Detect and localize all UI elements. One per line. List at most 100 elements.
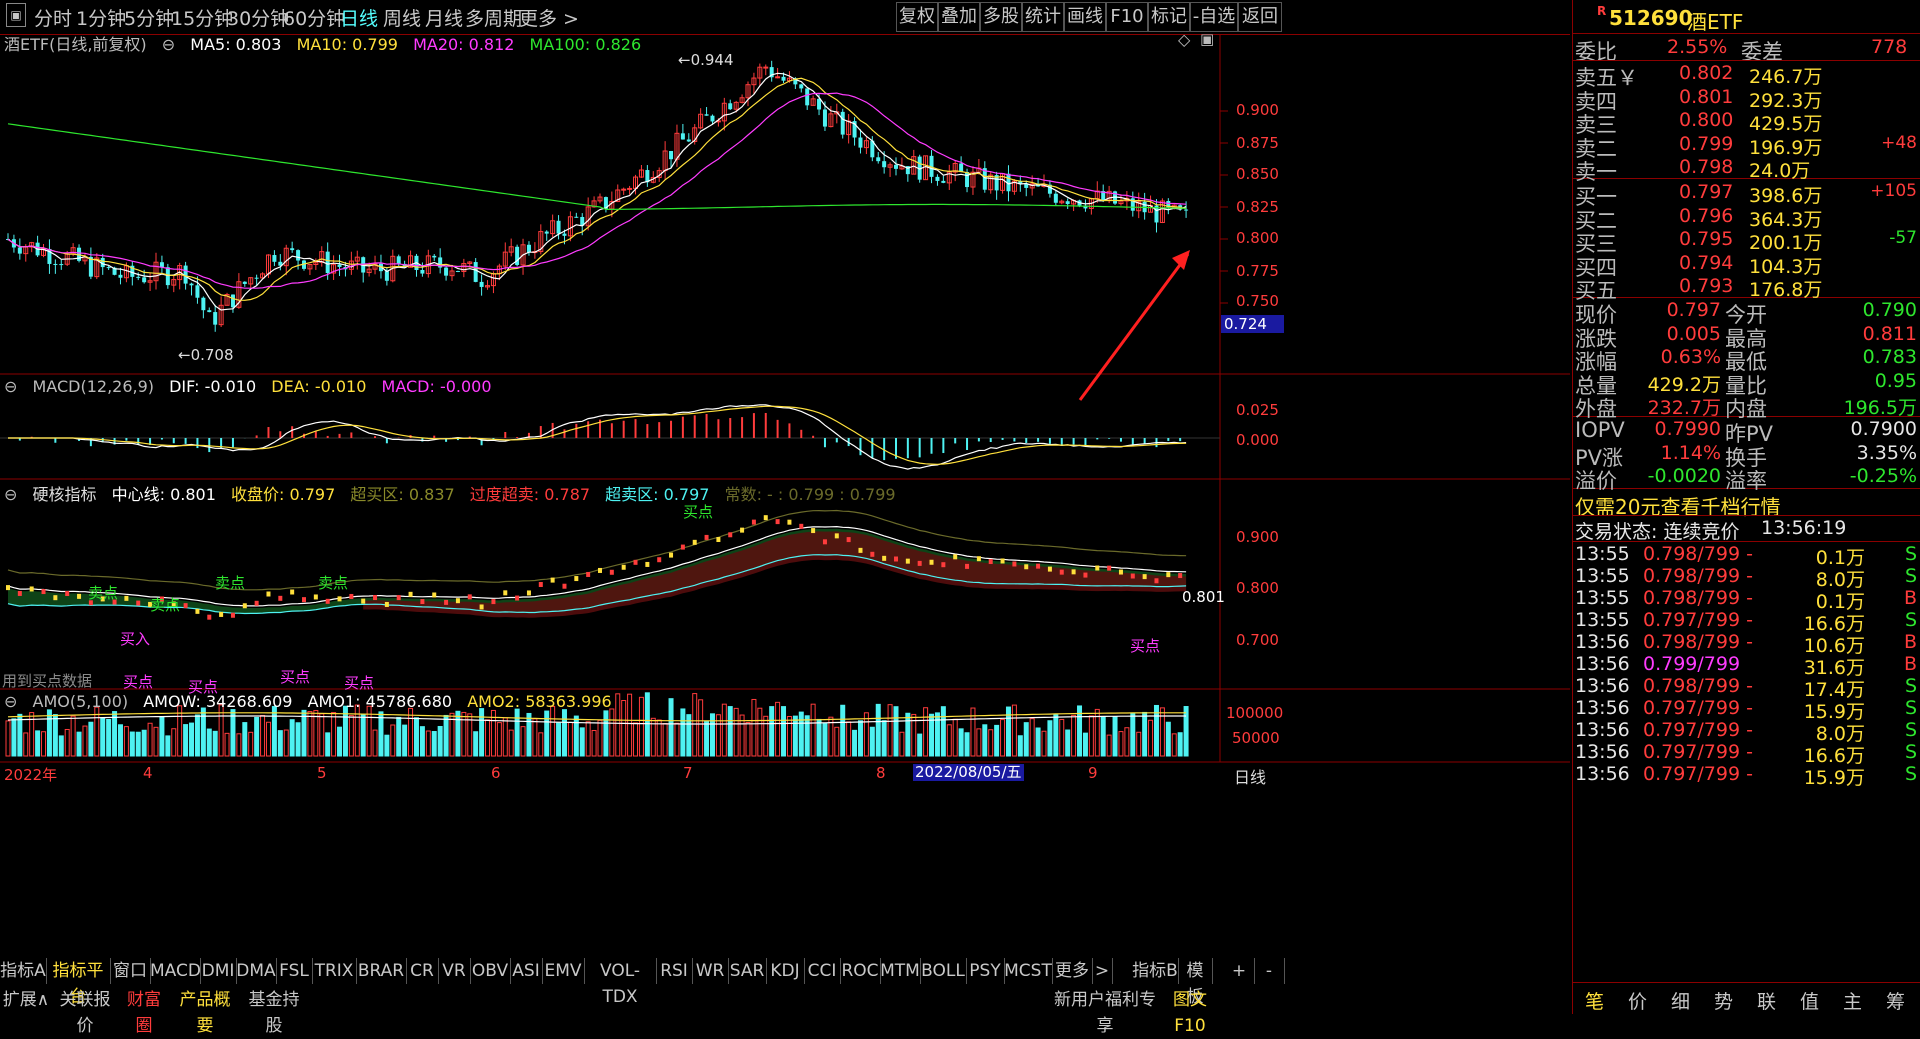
amo-bar <box>887 704 893 757</box>
indicator-tab[interactable]: MCST <box>1004 958 1053 984</box>
amo-bar <box>561 709 567 757</box>
indicator-tab[interactable]: EMV <box>542 958 585 984</box>
draw-line-button[interactable]: 画线 <box>1064 2 1106 32</box>
price-axis-label: 0.775 <box>1236 262 1279 280</box>
mark-button[interactable]: 标记 <box>1148 2 1190 32</box>
low-price-label: ←0.708 <box>178 346 234 364</box>
indicator-tab[interactable]: - <box>1254 958 1285 984</box>
panel-window-icon[interactable]: ▣ <box>1200 30 1214 48</box>
indicator-tab[interactable]: 指标B <box>1132 958 1179 984</box>
extension-tab[interactable]: 产品概要 <box>172 987 238 1036</box>
indicator-tab[interactable]: KDJ <box>766 958 805 984</box>
amo-bar <box>976 728 982 757</box>
extension-tab[interactable]: 扩展∧ <box>2 987 50 1013</box>
quote-bottom-tab[interactable]: 势 <box>1702 987 1745 1014</box>
tab-1min[interactable]: 1分钟 <box>76 4 126 31</box>
hard-candle <box>1012 561 1017 567</box>
tab-multi-period[interactable]: 多周期 <box>465 4 522 31</box>
indicator-tab[interactable]: MTM <box>880 958 921 984</box>
indicator-tab[interactable]: 更多 <box>1052 958 1093 984</box>
indicator-tab[interactable]: > <box>1092 958 1113 984</box>
quote-bottom-tab[interactable]: 值 <box>1788 987 1831 1014</box>
indicator-tab[interactable]: ASI <box>510 958 543 984</box>
indicator-tab[interactable]: + <box>1224 958 1255 984</box>
indicator-tab[interactable]: OBV <box>470 958 511 984</box>
indicator-tab[interactable]: DMA <box>236 958 277 984</box>
extension-tab[interactable]: 基金持股 <box>242 987 306 1036</box>
back-button[interactable]: 返回 <box>1238 2 1282 32</box>
indicator-tab[interactable]: SAR <box>728 958 767 984</box>
kline-chart-area[interactable]: 酒ETF(日线,前复权) ⊖ MA5: 0.803 MA10: 0.799 MA… <box>0 30 1570 952</box>
f10-button[interactable]: F10 <box>1106 2 1148 32</box>
amo-bar <box>609 708 615 757</box>
tab-15min[interactable]: 15分钟 <box>171 4 233 31</box>
tab-30min[interactable]: 30分钟 <box>227 4 289 31</box>
window-icon[interactable]: ▣ <box>6 3 26 27</box>
indicator-tab[interactable]: ROC <box>840 958 881 984</box>
tab-daily[interactable]: 日线 <box>340 4 378 31</box>
extension-tab[interactable]: 新用户福利专享 <box>1052 987 1158 1036</box>
quote-bottom-tab[interactable]: 价 <box>1616 987 1659 1014</box>
indicator-tab[interactable]: BOLL <box>920 958 967 984</box>
indicator-tab[interactable]: CR <box>406 958 439 984</box>
tab-fenshi[interactable]: 分时 <box>34 4 72 31</box>
hard-candle <box>6 585 10 591</box>
quote-bottom-tab[interactable]: 笔 <box>1573 987 1616 1014</box>
statistics-button[interactable]: 统计 <box>1022 2 1064 32</box>
indicator-tab[interactable]: TRIX <box>312 958 357 984</box>
quote-bottom-tab[interactable]: 筹 <box>1874 987 1917 1014</box>
amo-bar <box>425 730 431 757</box>
candle-body <box>935 176 940 181</box>
indicator-tab[interactable]: CCI <box>804 958 841 984</box>
amo-bar <box>200 707 206 757</box>
tab-more[interactable]: 更多 > <box>519 4 579 31</box>
collapse-icon[interactable]: ⊖ <box>4 377 17 396</box>
amo-bar <box>212 730 218 757</box>
indicator-tab[interactable]: MACD <box>150 958 201 984</box>
collapse-icon[interactable]: ⊖ <box>4 692 17 711</box>
amo-bar <box>662 723 668 757</box>
indicator-tab[interactable]: 指标平台 <box>46 958 111 1007</box>
indicator-tab[interactable]: 窗口 <box>110 958 151 984</box>
amo-bar <box>443 714 449 757</box>
amo-bar <box>372 729 378 757</box>
amo-bar <box>106 719 112 757</box>
collapse-icon[interactable]: ⊖ <box>162 35 175 54</box>
candle-body <box>894 164 898 169</box>
indicator-tab[interactable]: BRAR <box>356 958 407 984</box>
tab-60min[interactable]: 60分钟 <box>283 4 345 31</box>
indicator-tab[interactable]: WR <box>692 958 729 984</box>
indicator-tab[interactable]: PSY <box>966 958 1005 984</box>
quote-bottom-tab[interactable]: 联 <box>1745 987 1788 1014</box>
indicator-tab[interactable]: DMI <box>200 958 237 984</box>
indicator-tab[interactable]: RSI <box>656 958 693 984</box>
indicator-tab[interactable]: VR <box>438 958 471 984</box>
quote-bottom-tab[interactable]: 细 <box>1659 987 1702 1014</box>
indicator-tab[interactable]: FSL <box>276 958 313 984</box>
overlay-button[interactable]: 叠加 <box>938 2 980 32</box>
hard-candle <box>728 532 733 538</box>
extension-tab[interactable]: 图文F10 <box>1160 987 1220 1036</box>
amo-bar <box>946 724 952 757</box>
tab-5min[interactable]: 5分钟 <box>124 4 174 31</box>
collapse-icon[interactable]: ⊖ <box>4 485 17 504</box>
hard-candle <box>1059 569 1064 575</box>
date-axis-label: 2022年 <box>4 766 58 784</box>
tab-weekly[interactable]: 周线 <box>383 4 421 31</box>
hard-candle <box>1107 565 1112 571</box>
multi-stock-button[interactable]: 多股 <box>980 2 1022 32</box>
hard-candle <box>574 576 579 582</box>
indicator-tab[interactable]: 指标A <box>0 958 47 984</box>
amo-bar <box>781 706 787 757</box>
quote-bottom-tab[interactable]: 主 <box>1831 987 1874 1014</box>
tab-monthly[interactable]: 月线 <box>425 4 463 31</box>
indicator-tab[interactable]: VOL-TDX <box>584 958 657 1007</box>
diamond-icon[interactable]: ◇ <box>1178 30 1190 49</box>
hard-candle <box>384 601 389 607</box>
extension-tab[interactable]: 关联报价 <box>52 987 118 1036</box>
extension-tab[interactable]: 财富圈 <box>120 987 168 1036</box>
self-select-button[interactable]: -自选 <box>1190 2 1238 32</box>
fuquan-button[interactable]: 复权 <box>896 2 938 32</box>
hard-candle <box>373 595 378 601</box>
indicator-tab[interactable]: 模 板 <box>1178 958 1213 1007</box>
